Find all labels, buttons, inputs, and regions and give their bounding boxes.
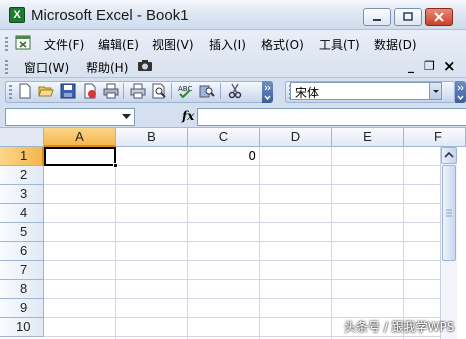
camera-icon[interactable] [137,59,153,72]
open-icon[interactable] [38,83,54,99]
column-header-a[interactable]: A [44,128,116,147]
excel-app-icon[interactable]: X [9,7,25,23]
gridline [44,298,440,299]
menu-data[interactable]: 数据(D) [374,36,417,53]
toolbar-separator [123,83,124,99]
worksheet-grid[interactable]: A B C D E F 1 2 3 4 5 6 7 8 9 10 0 [0,128,466,339]
restore-button[interactable] [394,8,422,26]
grip-lines-icon [446,209,452,217]
new-icon[interactable] [17,83,33,99]
print-preview-icon[interactable] [151,83,167,99]
doc-close-button[interactable]: × [443,57,456,75]
gridline [115,147,116,339]
print-icon-2[interactable] [130,83,146,99]
menu-insert[interactable]: 插入(I) [209,36,246,53]
gridline [44,222,440,223]
toolbar-separator [220,83,221,99]
column-header-f[interactable]: F [404,128,466,147]
workbook-menu-icon[interactable] [15,35,33,51]
spelling-icon[interactable]: ABC [177,83,193,99]
menu-window[interactable]: 窗口(W) [24,59,69,76]
active-cell-a1[interactable] [44,147,118,168]
name-box[interactable] [5,108,135,126]
chevron-down-icon [264,85,271,101]
menu-view[interactable]: 视图(V) [152,36,194,53]
gridline [187,147,188,339]
doc-minimize-button[interactable]: _ [408,59,414,73]
scroll-up-button[interactable] [441,147,457,164]
gridline [44,241,440,242]
font-name-value: 宋体 [295,86,320,100]
minimize-button[interactable] [363,8,391,26]
gridline [44,184,440,185]
column-header-b[interactable]: B [116,128,188,147]
menu-help[interactable]: 帮助(H) [86,59,128,76]
menu-grip-2-icon[interactable] [5,60,8,74]
toolbar-grip-icon[interactable] [9,85,12,99]
name-box-dropdown-icon[interactable] [122,114,131,120]
title-bar: X Microsoft Excel - Book1 [0,0,466,30]
row-header-10[interactable]: 10 [0,318,44,337]
minimize-icon [373,19,381,21]
menu-edit[interactable]: 编辑(E) [98,36,139,53]
font-name-select[interactable]: 宋体 [290,82,442,100]
gridline [259,147,260,339]
menu-tools[interactable]: 工具(T) [319,36,360,53]
select-all-button[interactable] [0,128,44,147]
column-header-c[interactable]: C [188,128,260,147]
formula-input[interactable] [197,108,466,126]
window-title: Microsoft Excel - Book1 [31,7,189,24]
row-header-6[interactable]: 6 [0,242,44,261]
dropdown-arrow-icon [433,90,439,93]
menu-format[interactable]: 格式(O) [261,36,304,53]
fill-handle[interactable] [113,163,118,168]
row-header-1[interactable]: 1 [0,147,44,166]
row-header-8[interactable]: 8 [0,280,44,299]
row-header-5[interactable]: 5 [0,223,44,242]
gridline [403,147,404,339]
close-button[interactable] [425,8,453,26]
watermark-text: 头条号 / 跟我学WPS [344,320,455,334]
close-icon [434,12,444,22]
gridline [44,203,440,204]
cell-c1[interactable]: 0 [188,147,260,166]
restore-icon [403,12,413,21]
column-header-d[interactable]: D [260,128,332,147]
font-dropdown-button[interactable] [429,83,441,99]
insert-function-button[interactable]: fx [182,109,194,123]
gridline [44,336,440,337]
research-icon[interactable] [199,83,215,99]
row-header-9[interactable]: 9 [0,299,44,318]
toolbar-separator [171,83,172,99]
chevron-up-icon [444,151,454,158]
toolbar-options-button[interactable] [262,81,273,103]
print-icon[interactable] [103,83,119,99]
gridline [44,260,440,261]
scroll-thumb[interactable] [442,165,456,261]
menu-grip-icon[interactable] [5,37,8,51]
formula-bar: fx [0,106,466,128]
row-header-4[interactable]: 4 [0,204,44,223]
column-header-e[interactable]: E [332,128,404,147]
save-icon[interactable] [60,83,76,99]
row-header-2[interactable]: 2 [0,166,44,185]
gridline [44,279,440,280]
doc-restore-button[interactable]: ❐ [424,59,435,73]
chevron-down-icon [457,85,464,101]
cut-icon[interactable] [227,83,243,99]
menu-bar: 文件(F) 编辑(E) 视图(V) 插入(I) 格式(O) 工具(T) 数据(D… [0,30,466,78]
row-header-7[interactable]: 7 [0,261,44,280]
gridline [331,147,332,339]
row-header-3[interactable]: 3 [0,185,44,204]
svg-text:ABC: ABC [178,85,192,93]
vertical-scrollbar[interactable] [440,147,457,339]
menu-file[interactable]: 文件(F) [44,36,84,53]
permission-icon[interactable] [82,83,98,99]
formatting-options-button[interactable] [455,81,466,103]
